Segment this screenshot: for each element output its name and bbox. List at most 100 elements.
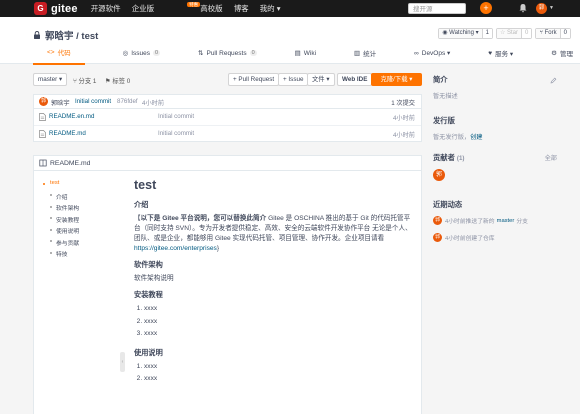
book-icon: [39, 159, 47, 167]
nav-enterprise[interactable]: 企业版 特惠: [132, 2, 201, 14]
tab-issues[interactable]: ◎ Issues 0: [123, 47, 161, 65]
tab-code[interactable]: <> 代码: [33, 47, 85, 65]
contributors-all-link[interactable]: 全部: [545, 153, 557, 162]
repo-title-text[interactable]: 郭晗宇 / test: [45, 28, 98, 42]
new-pull-request-button[interactable]: + Pull Request: [228, 73, 280, 86]
devops-icon: ∞: [414, 49, 419, 57]
sidebar-release: 发行版 暂无发行版，创建: [433, 116, 557, 141]
tab-services[interactable]: ♥ 服务 ▾: [488, 47, 513, 65]
readme-enterprise-link[interactable]: https://gitee.com/enterprises: [134, 245, 217, 252]
toc-item[interactable]: 软件架构: [39, 203, 119, 215]
new-issue-button[interactable]: + Issue: [278, 73, 309, 86]
file-name[interactable]: README.en.md: [49, 113, 94, 120]
file-time: 4小时前: [392, 115, 415, 122]
nav-education[interactable]: 高校版: [200, 3, 223, 14]
toc-item[interactable]: 特技: [39, 249, 119, 261]
readme-panel: README.md test 介绍 软件架构 安装教程 使用说明 参与贡献 特技…: [33, 155, 422, 414]
list-item: xxxx: [144, 374, 414, 387]
file-name[interactable]: README.md: [49, 130, 86, 137]
activity-item: 郭 4小时前推送了新的 master 分支: [433, 216, 557, 225]
clone-download-button[interactable]: 克隆/下载 ▾: [371, 73, 422, 86]
tags-link[interactable]: ⚑ 标签 0: [105, 76, 130, 85]
contributor-avatar[interactable]: 郭: [433, 169, 445, 181]
commit-time: 4小时前: [142, 100, 165, 107]
gear-icon: ⚙: [551, 50, 557, 57]
tab-stats-label: 统计: [363, 51, 377, 58]
tab-wiki[interactable]: ▤ Wiki: [295, 47, 316, 65]
commit-hash[interactable]: 876fdef: [117, 98, 138, 105]
repo-header: 郭晗宇 / test ◉ Watching ▾ 1 ☆ Star 0 ⑂ For…: [0, 17, 580, 65]
readme-section-heading: 软件架构: [134, 260, 163, 269]
list-item: xxxx: [144, 362, 414, 375]
activity-avatar[interactable]: 郭: [433, 233, 442, 242]
tab-manage[interactable]: ⚙ 管理: [551, 47, 573, 65]
edit-icon[interactable]: [550, 77, 557, 84]
sidebar-intro-text: 暂无描述: [433, 93, 458, 100]
commit-author[interactable]: 郭晗宇: [51, 98, 70, 107]
branch-select[interactable]: master ▾: [33, 73, 68, 86]
readme-intro-bold: 以下是 Gitee 平台说明，您可以替换此简介: [140, 215, 267, 222]
fork-count[interactable]: 0: [559, 29, 570, 38]
file-menu-button[interactable]: 文件 ▾: [307, 73, 335, 86]
file-row[interactable]: README.en.md Initial commit 4小时前: [34, 109, 421, 125]
sidebar-intro-heading: 简介: [433, 75, 448, 84]
toc-item[interactable]: 介绍: [39, 192, 119, 204]
sidebar-activity-heading: 近期动态: [433, 200, 463, 209]
stats-icon: ▥: [354, 50, 361, 57]
file-commit-message[interactable]: Initial commit: [158, 130, 194, 137]
activity-text: 4小时前推送了新的: [445, 219, 495, 225]
watch-label: ◉ Watching ▾: [439, 29, 482, 38]
tab-devops[interactable]: ∞ DevOps ▾: [414, 47, 450, 65]
toc-item[interactable]: 安装教程: [39, 215, 119, 227]
toc-item[interactable]: test: [39, 180, 119, 192]
create-release-link[interactable]: 创建: [470, 134, 482, 141]
toc-item[interactable]: 使用说明: [39, 226, 119, 238]
nav-blog[interactable]: 博客: [234, 3, 249, 14]
sidebar-release-empty: 暂无发行版，: [433, 134, 471, 141]
tab-services-label: 服务 ▾: [495, 51, 514, 58]
nav-mine[interactable]: 我的 ▾: [260, 3, 281, 14]
web-ide-button[interactable]: Web IDE: [337, 73, 373, 86]
sidebar-contributors: 贡献者 (1) 全部 郭: [433, 153, 557, 181]
toc-collapse-handle[interactable]: ‹: [120, 352, 125, 372]
file-icon: [39, 113, 46, 121]
star-button[interactable]: ☆ Star 0: [495, 28, 533, 39]
top-navbar: G gitee 开源软件 企业版 特惠 高校版 博客 我的 ▾ 搜开源 + 郭 ▼: [0, 0, 580, 17]
nav-opensource[interactable]: 开源软件: [91, 3, 121, 14]
repo-title: 郭晗宇 / test: [33, 28, 98, 42]
commit-author-avatar[interactable]: 郭: [39, 97, 48, 106]
readme-section-heading: 介绍: [134, 200, 149, 209]
create-plus-button[interactable]: +: [480, 2, 492, 14]
sidebar-intro: 简介 暂无描述: [433, 75, 557, 100]
user-menu-caret-icon[interactable]: ▼: [549, 5, 554, 11]
activity-branch-link[interactable]: master: [497, 218, 515, 224]
user-avatar[interactable]: 郭: [536, 3, 547, 14]
notification-bell-icon[interactable]: [518, 3, 528, 13]
sidebar-release-text: 暂无发行版，创建: [433, 132, 557, 141]
tab-stats[interactable]: ▥ 统计: [354, 47, 376, 65]
readme-intro: 【以下是 Gitee 平台说明，您可以替换此简介 Gitee 是 OSCHINA…: [134, 215, 412, 252]
list-item: xxxx: [144, 329, 414, 342]
tab-pull-requests[interactable]: ⇅ Pull Requests 0: [198, 47, 257, 65]
watch-button[interactable]: ◉ Watching ▾ 1: [438, 28, 493, 39]
repo-actions: ◉ Watching ▾ 1 ☆ Star 0 ⑂ Fork 0: [435, 28, 571, 39]
file-commit-message[interactable]: Initial commit: [158, 113, 194, 120]
fork-label: ⑂ Fork: [536, 29, 560, 38]
branches-link[interactable]: ⑂ 分支 1: [73, 76, 96, 85]
top-search-input[interactable]: 搜开源: [408, 3, 466, 14]
tab-code-label: 代码: [57, 50, 71, 57]
toc-item[interactable]: 参与贡献: [39, 238, 119, 250]
tab-manage-label: 管理: [559, 51, 573, 58]
watch-count[interactable]: 1: [481, 29, 492, 38]
wiki-icon: ▤: [294, 50, 301, 57]
readme-install-list: xxxx xxxx xxxx: [134, 304, 414, 342]
star-label: ☆ Star: [496, 29, 522, 38]
file-row[interactable]: README.md Initial commit 4小时前: [34, 125, 421, 141]
commit-message[interactable]: Initial commit: [75, 98, 111, 105]
gitee-logo[interactable]: G gitee: [34, 2, 78, 15]
activity-avatar[interactable]: 郭: [433, 216, 442, 225]
commit-count[interactable]: 1 次提交: [391, 98, 415, 107]
star-count[interactable]: 0: [521, 29, 532, 38]
fork-button[interactable]: ⑂ Fork 0: [535, 28, 571, 39]
latest-commit-bar: 郭 郭晗宇 Initial commit 876fdef 4小时前 1 次提交: [33, 94, 422, 108]
